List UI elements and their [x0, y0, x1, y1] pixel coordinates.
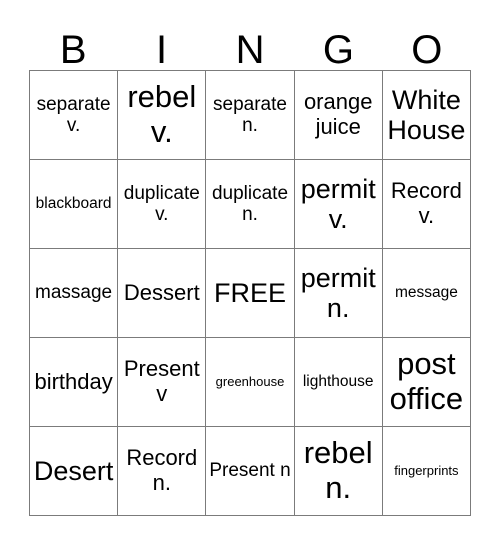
bingo-cell-label: fingerprints	[394, 462, 459, 478]
bingo-cell[interactable]: Present v	[118, 338, 207, 427]
bingo-header-letter-o: O	[411, 28, 443, 72]
bingo-cell-label: permit v.	[300, 173, 376, 234]
bingo-cell-label: separate n.	[213, 93, 287, 136]
bingo-cell[interactable]: message	[382, 249, 471, 338]
bingo-cell[interactable]: massage	[30, 249, 119, 338]
bingo-cell-label: duplicate v.	[123, 182, 200, 225]
bingo-cell-label: Present v	[123, 356, 200, 406]
bingo-cell-label: rebel v.	[127, 79, 197, 149]
bingo-cell[interactable]: permit n.	[294, 249, 383, 338]
bingo-cell-label: massage	[35, 282, 113, 304]
bingo-cell-label: post office	[389, 346, 464, 416]
bingo-cell[interactable]: lighthouse	[294, 338, 383, 427]
bingo-cell[interactable]: blackboard	[30, 160, 119, 249]
bingo-cell[interactable]: Record n.	[118, 427, 207, 516]
bingo-cell[interactable]: duplicate v.	[118, 160, 207, 249]
bingo-cell-label: duplicate n.	[211, 182, 289, 225]
bingo-card: B I N G O separate v. rebel v. separate …	[0, 0, 500, 544]
bingo-cell[interactable]: duplicate n.	[206, 160, 295, 249]
bingo-free-label: FREE	[213, 277, 286, 308]
bingo-header-letter-n: N	[235, 28, 265, 72]
bingo-cell-label: blackboard	[35, 195, 112, 213]
bingo-cell[interactable]: separate n.	[206, 71, 295, 160]
bingo-cell[interactable]: rebel v.	[118, 71, 207, 160]
bingo-cell-label: orange juice	[303, 89, 373, 139]
bingo-cell-label: Present n	[209, 460, 291, 482]
bingo-cell-label: Record v.	[390, 178, 462, 228]
bingo-cell[interactable]: greenhouse	[206, 338, 295, 427]
bingo-free-cell[interactable]: FREE	[206, 249, 295, 338]
bingo-cell[interactable]: Present n	[206, 427, 295, 516]
bingo-cell-label: separate v.	[36, 93, 111, 136]
bingo-grid: separate v. rebel v. separate n. orange …	[29, 70, 471, 516]
bingo-cell[interactable]: fingerprints	[382, 427, 471, 516]
bingo-header-letter-i: I	[156, 28, 168, 72]
bingo-cell[interactable]: Record v.	[382, 160, 471, 249]
bingo-cell-label: birthday	[34, 368, 113, 394]
bingo-cell-label: greenhouse	[215, 373, 285, 389]
bingo-cell[interactable]: rebel n.	[294, 427, 383, 516]
bingo-cell-label: White House	[387, 84, 466, 145]
bingo-cell[interactable]: Dessert	[118, 249, 207, 338]
bingo-cell[interactable]: Desert	[30, 427, 119, 516]
bingo-cell[interactable]: separate v.	[30, 71, 119, 160]
bingo-cell-label: rebel n.	[303, 435, 373, 505]
bingo-cell-label: message	[394, 284, 458, 302]
bingo-cell[interactable]: post office	[382, 338, 471, 427]
bingo-cell-label: Desert	[33, 455, 114, 486]
bingo-cell[interactable]: permit v.	[294, 160, 383, 249]
bingo-cell-label: Record n.	[126, 445, 198, 495]
bingo-header-row: B I N G O	[29, 20, 471, 70]
bingo-cell-label: permit n.	[300, 262, 376, 323]
bingo-header-letter-b: B	[59, 28, 87, 72]
bingo-cell[interactable]: orange juice	[294, 71, 383, 160]
bingo-cell-label: Dessert	[123, 279, 200, 305]
bingo-cell[interactable]: birthday	[30, 338, 119, 427]
bingo-header-letter-g: G	[322, 28, 354, 72]
bingo-cell[interactable]: White House	[382, 71, 471, 160]
bingo-cell-label: lighthouse	[302, 373, 374, 391]
